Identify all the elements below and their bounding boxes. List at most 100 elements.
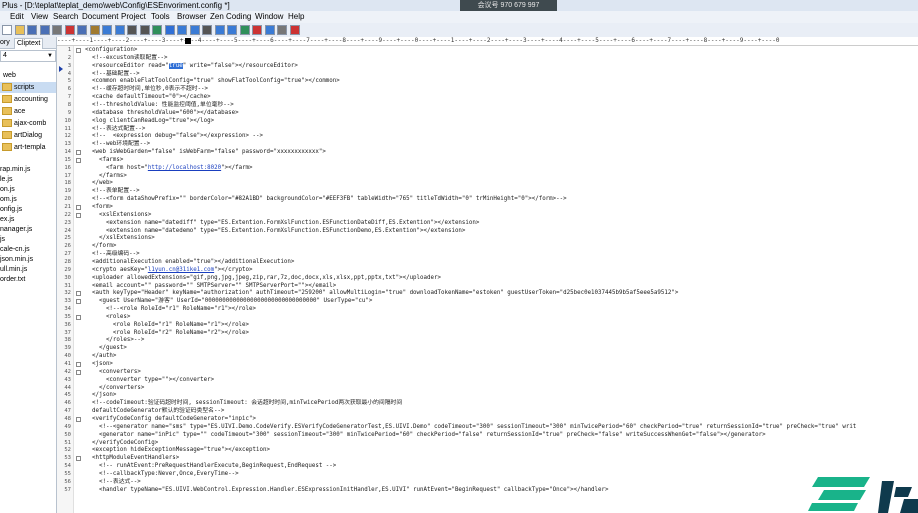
file-list-item[interactable]: om.js [0,195,17,204]
code-line[interactable]: <form> [85,204,113,211]
code-line[interactable]: <farms> [85,157,123,164]
undo-icon[interactable] [102,25,112,35]
code-line[interactable]: <role RoleId="r2" RoleName="r2"></role> [85,330,249,337]
code-line[interactable]: <roles> [85,314,130,321]
code-line[interactable]: <generator name="inPic" type="" codeTime… [85,432,766,439]
code-line[interactable]: <exception hideExceptionMessage="true"><… [85,447,270,454]
fold-toggle-icon[interactable] [76,48,81,53]
code-line[interactable]: <guest UserName="游客" UserId="00000000000… [85,298,372,305]
code-line[interactable]: <!--callbackType:Never,Once,EveryTime--> [85,471,239,478]
menu-view[interactable]: View [31,11,48,23]
code-line[interactable]: <!--excustom读取配置--> [85,55,168,62]
code-line[interactable]: <role RoleId="r1" RoleName="r1"></role> [85,322,249,329]
tab-cliptext[interactable]: Cliptext [14,38,44,49]
code-line[interactable]: </verifyCodeConfig> [85,440,158,447]
fold-toggle-icon[interactable] [76,369,81,375]
code-line[interactable]: <!-- <expression debug="false"></express… [85,133,263,140]
code-line[interactable]: <!--表达式配置--> [85,126,145,133]
code-line[interactable]: <handler typeName="ES.UIVI.WebControl.Ex… [85,487,609,494]
spell-icon[interactable] [252,25,262,35]
code-link[interactable]: http://localhost:8020 [148,165,221,171]
find-icon[interactable] [127,25,137,35]
ruler-icon[interactable] [202,25,212,35]
code-line[interactable]: <!--codeTimeout:验证码超时时间, sessionTimeout:… [85,400,402,407]
code-line[interactable]: <cache defaultTimeout="0"></cache> [85,94,211,101]
tree-item[interactable]: ace [0,106,56,117]
bookmark-icon[interactable] [164,25,175,35]
menu-browser[interactable]: Browser [177,11,206,23]
open-folder-icon[interactable] [14,25,25,35]
browser-icon[interactable] [264,25,275,35]
code-line[interactable]: </roles>--> [85,337,144,344]
fold-toggle-icon[interactable] [76,416,81,422]
code-line[interactable]: <!--表单配置--> [85,188,140,195]
menu-edit[interactable]: Edit [10,11,24,23]
code-line[interactable]: </guest> [85,345,127,352]
code-line[interactable]: defaultCodeGenerator默认的验证码类型名--> [85,408,224,415]
close-icon[interactable] [289,25,300,35]
code-line[interactable]: <database thresholdValue="600"></databas… [85,110,239,117]
fold-toggle-icon[interactable] [76,150,81,156]
print-icon[interactable] [52,25,62,35]
code-line[interactable]: <!--表达式--> [85,479,141,486]
fold-toggle-icon[interactable] [76,299,81,305]
code-line[interactable]: <uploader allowedExtensions="gif,png,jpg… [85,275,441,282]
drive-selector[interactable]: 4 ▼ [0,50,56,62]
code-line[interactable]: <resourceEditor read="true" write="false… [85,62,298,70]
code-line[interactable]: </form> [85,243,116,250]
code-line[interactable]: <extension name="datediff" type="ES.Exte… [85,220,479,227]
code-line[interactable]: <converters> [85,369,141,376]
fold-toggle-icon[interactable] [76,362,81,367]
code-line[interactable]: <web isWebGarden="false" isWebFarm="fals… [85,149,326,156]
copy-icon[interactable] [77,25,87,35]
fold-toggle-icon[interactable] [76,291,81,297]
word-wrap-icon[interactable] [177,25,187,35]
code-line[interactable]: <!-- runAtEvent:PreRequestHandlerExecute… [85,463,336,470]
menu-search[interactable]: Search [53,11,78,23]
redo-icon[interactable] [114,25,125,35]
tab-directory[interactable]: ory [0,38,10,48]
file-list-item[interactable]: rap.min.js [0,165,30,174]
code-line[interactable]: </xslExtensions> [85,235,155,242]
goto-icon[interactable] [152,25,162,35]
code-line[interactable]: <!--高级编码--> [85,251,140,258]
tree-item[interactable]: scripts [0,82,56,93]
code-line[interactable]: <crypto aesKey="l1yun.cn@31ike1.com"></c… [85,267,253,274]
code-line[interactable]: <verifyCodeConfig defaultCodeGenerator="… [85,416,256,423]
outdent-icon[interactable] [227,25,237,35]
tree-item[interactable]: art-templa [0,142,56,153]
indent-icon[interactable] [214,25,225,35]
menu-tools[interactable]: Tools [151,11,170,23]
tree-item[interactable]: web [0,70,56,81]
code-line[interactable]: <!--缓存超时时间,单位秒,0表示不超时--> [85,86,208,93]
menu-window[interactable]: Window [255,11,283,23]
file-list-item[interactable]: order.txt [0,275,25,284]
file-list-item[interactable]: onfig.js [0,205,22,214]
file-list-item[interactable]: ull.min.js [0,265,27,274]
file-list-item[interactable]: json.min.js [0,255,33,264]
menu-zen-coding[interactable]: Zen Coding [210,11,251,23]
tree-item[interactable]: artDialog [0,130,56,141]
menu-project[interactable]: Project [121,11,146,23]
code-line[interactable]: <!--<generator name="sms" type="ES.UIVI.… [85,424,856,431]
cut-icon[interactable] [64,25,75,35]
selected-text[interactable]: true [168,62,183,69]
code-line[interactable]: </auth> [85,353,116,360]
code-line[interactable]: <!--基础配置--> [85,71,140,78]
comment-icon[interactable] [239,25,250,35]
code-line[interactable]: <xslExtensions> [85,212,151,219]
code-line[interactable]: <additionalExecution enabled="true"></ad… [85,259,294,266]
code-line[interactable]: </farms> [85,173,127,180]
code-line[interactable]: <email account="" password="" SMTPServer… [85,283,336,290]
replace-icon[interactable] [139,25,150,35]
code-line[interactable]: </web> [85,180,113,187]
fold-toggle-icon[interactable] [76,314,81,320]
fold-toggle-icon[interactable] [76,157,81,163]
code-line[interactable]: <httpModuleEventHandlers> [85,455,179,462]
code-line[interactable]: <converter type=""></converter> [85,377,214,384]
code-line[interactable]: <configuration> [85,47,137,54]
new-file-icon[interactable] [2,25,12,35]
code-line[interactable]: <!--<form dataShowPrefix="" borderColor=… [85,196,567,203]
code-line[interactable]: <log clientCanReadLog="true"></log> [85,118,214,125]
fold-toggle-icon[interactable] [76,212,81,218]
